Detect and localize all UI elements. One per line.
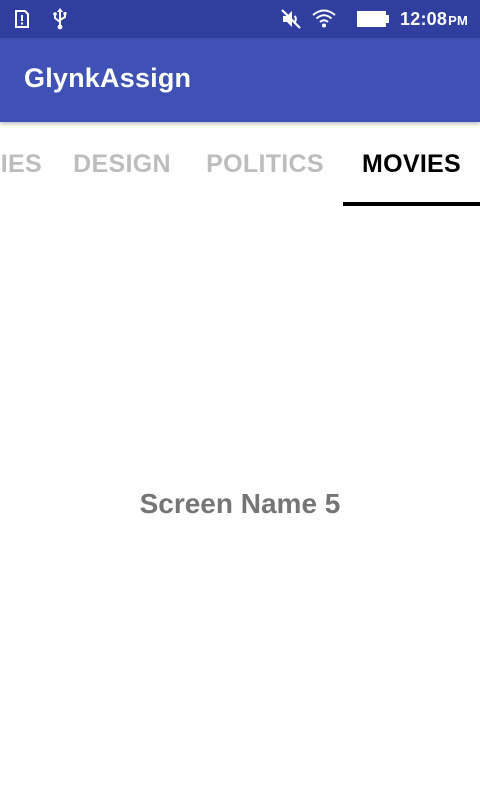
tab-movies[interactable]: MOVIES: [343, 122, 480, 206]
status-bar: 12:08 PM: [0, 0, 480, 38]
tab-partial-categories[interactable]: IES: [0, 122, 42, 206]
tab-bar: IES DESIGN POLITICS MOVIES: [0, 122, 480, 206]
usb-icon: [52, 8, 68, 30]
app-title: GlynkAssign: [24, 63, 192, 93]
tab-design[interactable]: DESIGN: [60, 122, 184, 206]
content-area: Screen Name 5: [0, 206, 480, 800]
sim-alert-icon: [14, 10, 30, 28]
status-time: 12:08 PM: [400, 9, 468, 30]
status-right-icons: 12:08 PM: [280, 7, 468, 31]
mute-icon: [280, 8, 302, 30]
status-time-value: 12:08: [400, 8, 448, 29]
wifi-icon: [312, 9, 336, 29]
battery-icon: [356, 10, 390, 28]
status-time-ampm: PM: [448, 12, 468, 28]
tab-politics[interactable]: POLITICS: [190, 122, 340, 206]
screen-name-label: Screen Name 5: [139, 488, 341, 519]
status-left-icons: [14, 8, 68, 30]
app-bar: GlynkAssign: [0, 38, 480, 122]
